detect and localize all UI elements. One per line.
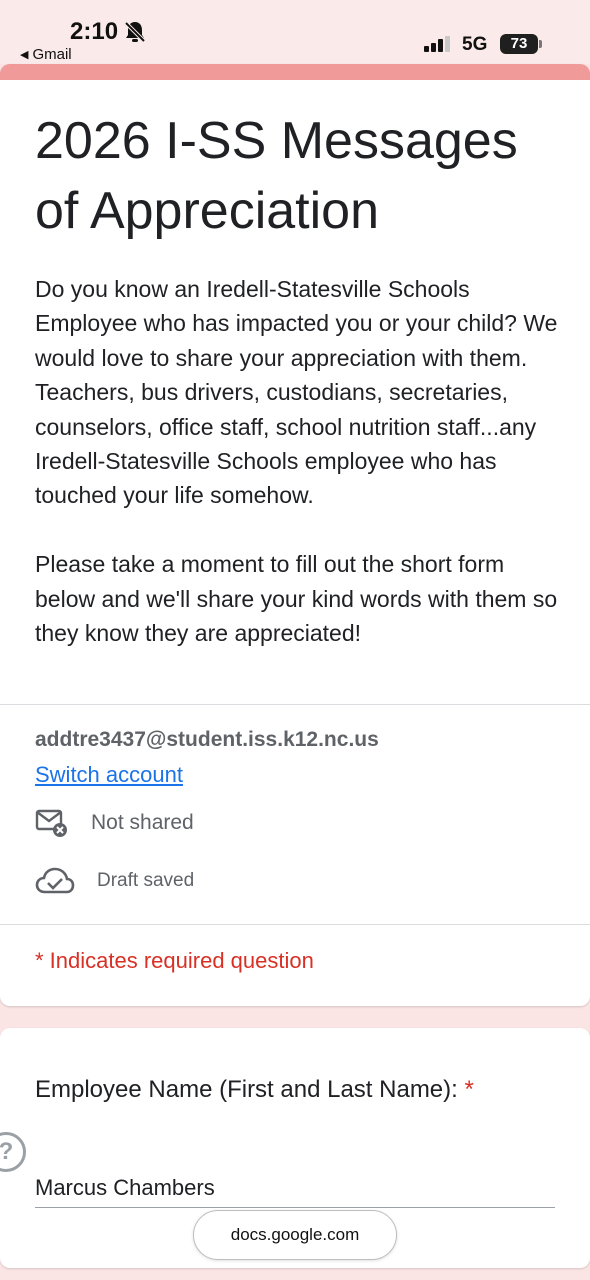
not-shared-row: Not shared — [35, 808, 194, 838]
status-bar: 2:10 ◀ Gmail 5G 73 — [0, 0, 590, 64]
bell-off-icon — [124, 21, 146, 43]
divider — [0, 704, 590, 705]
status-time: 2:10 — [70, 18, 119, 45]
back-arrow-icon: ◀ — [20, 49, 29, 61]
question-text: Employee Name (First and Last Name): — [35, 1076, 458, 1103]
signal-icon — [424, 36, 450, 52]
form-title: 2026 I-SS Messages of Appreciation — [35, 112, 518, 240]
battery-indicator: 73 — [500, 34, 538, 54]
account-email: addtre3437@student.iss.k12.nc.us — [35, 728, 379, 751]
back-to-gmail-button[interactable]: ◀ Gmail — [20, 46, 72, 63]
battery-nub — [539, 40, 542, 48]
form-description: Do you know an Iredell-Statesville Schoo… — [35, 276, 558, 647]
draft-saved-row: Draft saved — [35, 866, 194, 896]
network-type: 5G — [462, 34, 488, 55]
not-shared-label: Not shared — [91, 811, 194, 834]
switch-account-link[interactable]: Switch account — [35, 762, 183, 788]
email-not-shared-icon — [35, 809, 67, 837]
employee-name-input[interactable] — [35, 1168, 555, 1208]
url-bar[interactable]: docs.google.com — [193, 1210, 397, 1260]
divider — [0, 924, 590, 925]
required-asterisk: * — [464, 1076, 474, 1103]
cloud-done-icon — [35, 867, 75, 894]
back-label: Gmail — [32, 46, 72, 63]
required-question-note: * Indicates required question — [35, 948, 314, 973]
draft-saved-label: Draft saved — [97, 870, 195, 891]
question-label: Employee Name (First and Last Name): * — [35, 1076, 474, 1104]
